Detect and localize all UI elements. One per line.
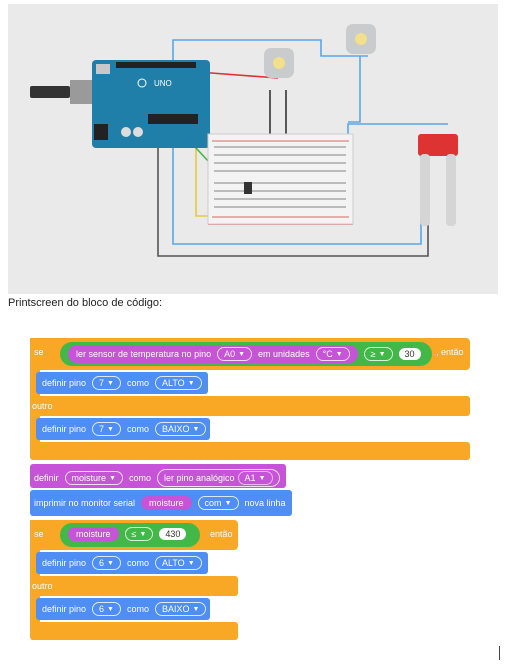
else-block-2[interactable] bbox=[30, 576, 238, 596]
dc-motor-1 bbox=[264, 48, 294, 78]
read-analog-label: ler pino analógico bbox=[163, 473, 235, 483]
variable-dropdown[interactable]: moisture ▼ bbox=[64, 471, 123, 485]
chevron-down-icon: ▼ bbox=[378, 350, 386, 358]
state-dropdown[interactable]: BAIXO ▼ bbox=[155, 602, 207, 616]
pin-dropdown[interactable]: A0 ▼ bbox=[217, 347, 253, 361]
chevron-down-icon: ▼ bbox=[107, 605, 114, 613]
if-label: se bbox=[34, 529, 44, 539]
chevron-down-icon: ▼ bbox=[335, 350, 343, 358]
operator-dropdown[interactable]: ≤ ▼ bbox=[124, 527, 154, 541]
variable-pill[interactable]: moisture bbox=[141, 496, 192, 510]
else-label: outro bbox=[32, 581, 53, 591]
chevron-down-icon: ▼ bbox=[192, 605, 200, 613]
chevron-down-icon: ▼ bbox=[107, 379, 114, 387]
operator-dropdown[interactable]: ≥ ▼ bbox=[363, 347, 393, 361]
value-input[interactable]: 30 bbox=[398, 348, 421, 360]
set-pin-label: definir pino bbox=[42, 378, 87, 388]
then-label: então bbox=[210, 529, 233, 539]
caption: Printscreen do bloco de código: bbox=[8, 297, 163, 309]
chevron-down-icon: ▼ bbox=[139, 530, 147, 538]
unit-dropdown[interactable]: °C ▼ bbox=[315, 347, 350, 361]
set-label: definir bbox=[34, 473, 59, 483]
temperature-sensor-block[interactable]: ler sensor de temperatura no pino A0 ▼ em… bbox=[68, 345, 358, 363]
if-block-2-end bbox=[30, 622, 238, 640]
set-pin-label: definir pino bbox=[42, 424, 87, 434]
if-block-1-end bbox=[30, 442, 470, 460]
variable-pill[interactable]: moisture bbox=[68, 527, 119, 541]
state-dropdown[interactable]: ALTO ▼ bbox=[155, 376, 202, 390]
then-label: , então bbox=[436, 347, 464, 357]
chevron-down-icon: ▼ bbox=[238, 350, 246, 358]
as-label: como bbox=[126, 378, 149, 388]
chevron-down-icon: ▼ bbox=[187, 379, 195, 387]
as-label: como bbox=[126, 424, 149, 434]
chevron-down-icon: ▼ bbox=[192, 425, 200, 433]
units-label: em unidades bbox=[258, 349, 310, 359]
sensor-label: ler sensor de temperatura no pino bbox=[76, 349, 212, 359]
pin-dropdown[interactable]: 7 ▼ bbox=[92, 376, 121, 390]
as-label: como bbox=[126, 604, 149, 614]
serial-print-label: imprimir no monitor serial bbox=[34, 498, 136, 508]
chevron-down-icon: ▼ bbox=[187, 559, 195, 567]
pin-dropdown[interactable]: 6 ▼ bbox=[92, 602, 121, 616]
transistor bbox=[244, 182, 252, 194]
state-dropdown[interactable]: ALTO ▼ bbox=[155, 556, 202, 570]
value-input[interactable]: 430 bbox=[159, 528, 187, 540]
breadboard bbox=[207, 133, 354, 225]
circuit-diagram: UNO bbox=[8, 4, 498, 294]
text-cursor bbox=[499, 646, 500, 660]
pin-dropdown[interactable]: A1 ▼ bbox=[237, 471, 273, 485]
chevron-down-icon: ▼ bbox=[109, 474, 116, 482]
read-analog-block[interactable]: ler pino analógico A1 ▼ bbox=[156, 469, 280, 487]
usb-cable bbox=[30, 86, 70, 98]
pin-dropdown[interactable]: 6 ▼ bbox=[92, 556, 121, 570]
arduino-board: UNO bbox=[92, 60, 210, 148]
else-label: outro bbox=[32, 401, 53, 411]
as-label: como bbox=[128, 473, 151, 483]
chevron-down-icon: ▼ bbox=[224, 499, 232, 507]
chevron-down-icon: ▼ bbox=[107, 425, 114, 433]
pin-dropdown[interactable]: 7 ▼ bbox=[92, 422, 121, 436]
newline-label: nova linha bbox=[244, 498, 286, 508]
set-pin-label: definir pino bbox=[42, 604, 87, 614]
svg-text:UNO: UNO bbox=[154, 79, 172, 88]
chevron-down-icon: ▼ bbox=[258, 474, 266, 482]
set-pin-label: definir pino bbox=[42, 558, 87, 568]
if-label: se bbox=[34, 347, 44, 357]
else-block-1[interactable] bbox=[30, 396, 470, 416]
state-dropdown[interactable]: BAIXO ▼ bbox=[155, 422, 207, 436]
newline-mode-dropdown[interactable]: com ▼ bbox=[197, 496, 239, 510]
chevron-down-icon: ▼ bbox=[107, 559, 114, 567]
as-label: como bbox=[126, 558, 149, 568]
dc-motor-2 bbox=[346, 24, 376, 54]
